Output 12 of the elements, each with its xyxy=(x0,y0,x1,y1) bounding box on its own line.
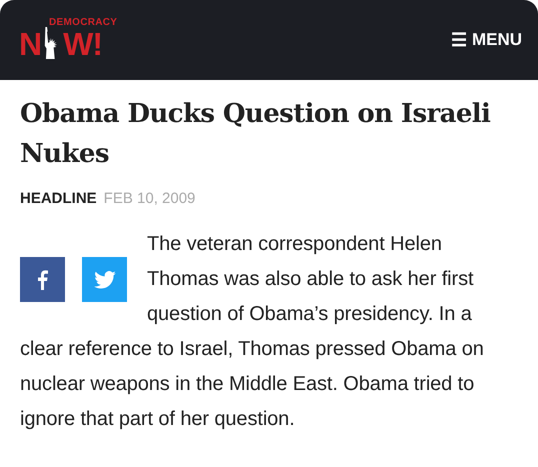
article-title: Obama Ducks Question on Israeli Nukes xyxy=(20,98,492,171)
menu-button[interactable]: ☰ MENU xyxy=(444,25,528,55)
logo-text: N xyxy=(19,29,42,59)
category-label[interactable]: HEADLINE xyxy=(20,190,97,207)
logo-text: W! xyxy=(63,29,102,59)
article-text: clear reference to Israel, Thomas pressed Obama on nuclear weapons in the Middle East. Obama tried to ignore that part of her question. xyxy=(20,337,485,432)
bird-icon xyxy=(94,270,116,288)
twitter-share-button[interactable] xyxy=(82,257,127,302)
facebook-share-button[interactable] xyxy=(20,257,65,302)
date-text: FEB 10, 2009 xyxy=(104,190,196,207)
logo-text: DEMOCRACY xyxy=(49,17,118,29)
article-text: The veteran correspondent Helen Thomas was also able to ask her first question of Obama’s presidency. In a xyxy=(147,232,474,327)
